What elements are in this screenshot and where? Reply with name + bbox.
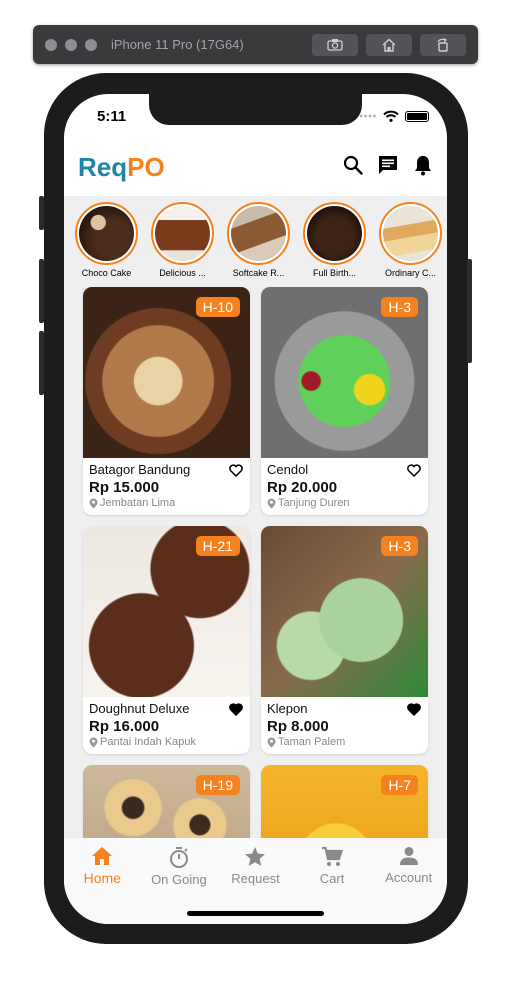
heart-filled-icon[interactable] xyxy=(407,703,421,721)
simulator-title: iPhone 11 Pro (17G64) xyxy=(111,37,244,52)
product-card[interactable]: H-7 xyxy=(261,765,428,838)
product-card[interactable]: H-3 Klepon Rp 8.000 Taman Palem xyxy=(261,526,428,754)
product-image: H-21 xyxy=(83,526,250,697)
product-location: Tanjung Duren xyxy=(278,497,350,509)
product-card[interactable]: H-3 Cendol Rp 20.000 Tanjung Duren xyxy=(261,287,428,515)
category-image xyxy=(383,206,438,261)
camera-icon xyxy=(327,39,343,51)
screenshot-button[interactable] xyxy=(312,33,358,56)
days-badge: H-21 xyxy=(195,536,240,556)
product-location: Jembatan Lima xyxy=(100,497,176,509)
product-image: H-7 xyxy=(261,765,428,838)
category-carousel: Choco Cake Delicious ... Softcake R... F… xyxy=(64,196,447,282)
signal-icon xyxy=(359,114,376,118)
nav-home[interactable]: Home xyxy=(64,846,141,924)
rotate-button[interactable] xyxy=(420,33,466,56)
category-item[interactable]: Softcake R... xyxy=(226,202,291,282)
location-pin-icon xyxy=(267,498,276,508)
location-pin-icon xyxy=(267,737,276,747)
days-badge: H-3 xyxy=(381,297,418,317)
status-indicators xyxy=(359,110,429,122)
chat-icon[interactable] xyxy=(377,154,399,181)
cart-icon xyxy=(322,846,344,866)
bell-icon[interactable] xyxy=(413,154,433,181)
home-icon xyxy=(92,847,113,865)
house-icon xyxy=(382,38,396,52)
product-image: H-10 xyxy=(83,287,250,458)
person-icon xyxy=(399,847,418,865)
location-pin-icon xyxy=(89,737,98,747)
category-image xyxy=(307,206,362,261)
product-card[interactable]: H-10 Batagor Bandung Rp 15.000 Jembatan … xyxy=(83,287,250,515)
logo-text-po: PO xyxy=(127,151,165,182)
category-image xyxy=(79,206,134,261)
product-image: H-3 xyxy=(261,287,428,458)
home-indicator xyxy=(187,911,324,916)
category-label: Softcake R... xyxy=(232,268,285,278)
category-item[interactable]: Choco Cake xyxy=(74,202,139,282)
heart-outline-icon[interactable] xyxy=(407,464,421,482)
category-label: Choco Cake xyxy=(81,268,132,278)
phone-screen: 5:11 ReqPO Choco Cake Delicious ... Soft… xyxy=(64,94,447,924)
app-header: ReqPO xyxy=(64,138,447,196)
category-item[interactable]: Ordinary C... xyxy=(378,202,443,282)
product-name: Batagor Bandung xyxy=(89,462,191,477)
product-name: Klepon xyxy=(267,701,308,716)
product-price: Rp 20.000 xyxy=(267,479,338,496)
status-time: 5:11 xyxy=(97,108,127,125)
volume-down-button xyxy=(39,331,44,395)
product-image: H-3 xyxy=(261,526,428,697)
location-pin-icon xyxy=(89,498,98,508)
mute-switch xyxy=(39,196,44,230)
battery-icon xyxy=(405,110,429,122)
days-badge: H-19 xyxy=(195,775,240,795)
category-label: Full Birth... xyxy=(312,268,356,278)
product-name: Doughnut Deluxe xyxy=(89,701,190,716)
app-logo: ReqPO xyxy=(78,152,165,183)
wifi-icon xyxy=(383,110,399,122)
days-badge: H-3 xyxy=(381,536,418,556)
product-price: Rp 15.000 xyxy=(89,479,160,496)
product-location: Taman Palem xyxy=(278,736,346,748)
product-image: H-19 xyxy=(83,765,250,838)
power-button xyxy=(467,259,472,363)
days-badge: H-7 xyxy=(381,775,418,795)
volume-up-button xyxy=(39,259,44,323)
notch xyxy=(149,94,362,125)
category-image xyxy=(231,206,286,261)
category-item[interactable]: Full Birth... xyxy=(302,202,367,282)
product-location: Pantai Indah Kapuk xyxy=(100,736,197,748)
product-card[interactable]: H-21 Doughnut Deluxe Rp 16.000 Pantai In… xyxy=(83,526,250,754)
logo-text-req: Req xyxy=(78,151,128,182)
category-image xyxy=(155,206,210,261)
nav-account[interactable]: Account xyxy=(370,846,447,924)
home-button[interactable] xyxy=(366,33,412,56)
minimize-window-button[interactable] xyxy=(65,38,77,51)
heart-outline-icon[interactable] xyxy=(229,464,243,482)
rotate-icon xyxy=(437,37,448,52)
category-item[interactable]: Delicious ... xyxy=(150,202,215,282)
product-card[interactable]: H-19 xyxy=(83,765,250,838)
nav-label: Home xyxy=(83,870,121,886)
nav-label: On Going xyxy=(151,872,207,887)
close-window-button[interactable] xyxy=(45,38,57,51)
product-grid: H-10 Batagor Bandung Rp 15.000 Jembatan … xyxy=(64,282,447,838)
star-icon xyxy=(245,847,266,866)
search-icon[interactable] xyxy=(343,155,363,180)
product-price: Rp 8.000 xyxy=(267,718,329,735)
stopwatch-icon xyxy=(169,847,188,868)
nav-label: Account xyxy=(385,870,433,885)
heart-filled-icon[interactable] xyxy=(229,703,243,721)
days-badge: H-10 xyxy=(195,297,240,317)
zoom-window-button[interactable] xyxy=(85,38,97,51)
category-label: Ordinary C... xyxy=(384,268,436,278)
category-label: Delicious ... xyxy=(159,268,206,278)
product-price: Rp 16.000 xyxy=(89,718,160,735)
nav-label: Request xyxy=(231,871,280,886)
window-controls xyxy=(45,38,97,51)
product-name: Cendol xyxy=(267,462,309,477)
nav-label: Cart xyxy=(319,871,345,886)
simulator-toolbar: iPhone 11 Pro (17G64) xyxy=(33,25,478,64)
